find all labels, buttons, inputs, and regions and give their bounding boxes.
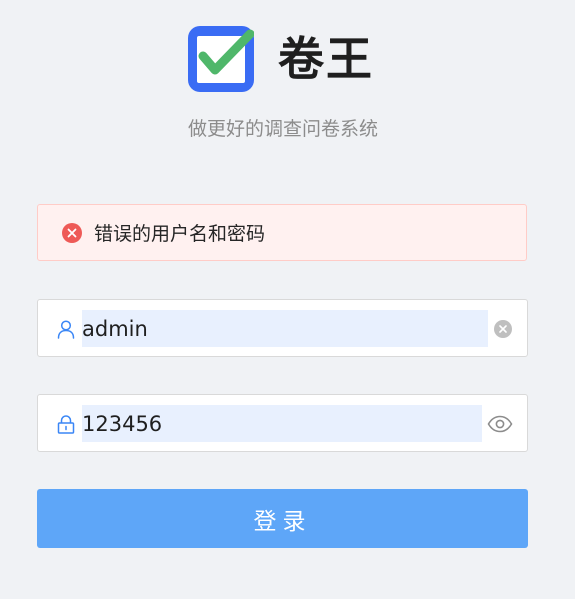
login-button[interactable]: 登录 <box>37 489 528 548</box>
username-field <box>37 299 528 357</box>
checkbox-check-icon <box>188 26 254 92</box>
brand-title: 卷王 <box>278 32 374 86</box>
user-icon <box>57 320 75 339</box>
username-input[interactable] <box>82 310 488 347</box>
close-circle-icon <box>62 222 82 243</box>
password-input[interactable] <box>82 405 482 442</box>
login-page: 卷王 做更好的调查问卷系统 错误的用户名和密码 admin 123456 登录 <box>0 0 575 599</box>
lock-icon <box>57 415 75 434</box>
clear-circle-icon[interactable] <box>494 320 512 338</box>
error-message: 错误的用户名和密码 <box>94 223 266 245</box>
eye-icon[interactable] <box>487 412 513 436</box>
password-field <box>37 394 528 452</box>
error-alert: 错误的用户名和密码 <box>37 204 527 261</box>
brand-subtitle: 做更好的调查问卷系统 <box>187 118 378 140</box>
brand-header: 卷王 <box>188 26 374 92</box>
